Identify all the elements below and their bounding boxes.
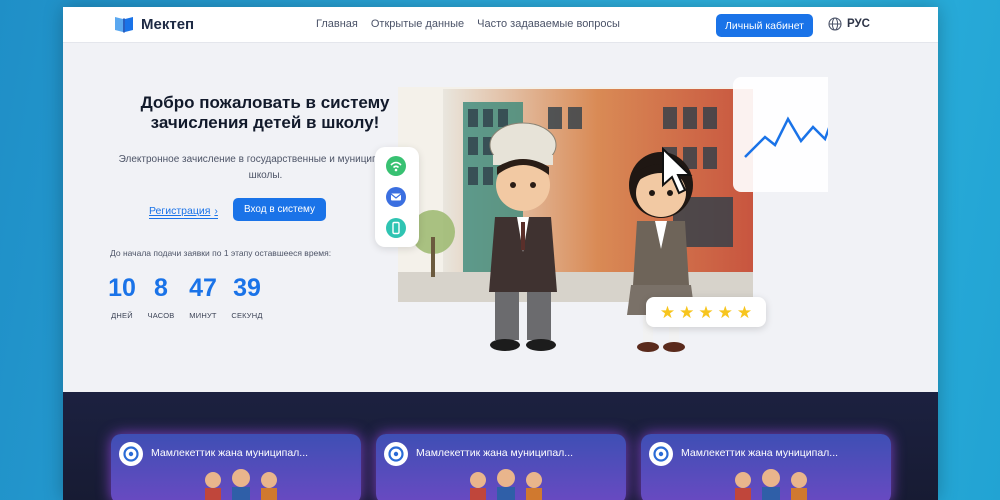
video-title: Мамлекеттик жана муниципал...: [416, 447, 574, 459]
channel-logo-icon: [649, 442, 673, 466]
nav-link-faq[interactable]: Часто задаваемые вопросы: [477, 18, 620, 30]
boy-character: [489, 122, 557, 351]
star-icon: ★: [698, 302, 714, 322]
browser-page: Мектеп Главная Открытые данные Часто зад…: [63, 7, 938, 500]
countdown-value: 39: [233, 274, 261, 302]
star-icon: ★: [659, 302, 676, 322]
hero-subtitle: Электронное зачисление в государственные…: [118, 154, 413, 181]
globe-icon: [828, 17, 842, 31]
countdown-unit: СЕКУНД: [231, 311, 263, 320]
growth-chart-card: [733, 77, 828, 192]
countdown-label: До начала подачи заявки по 1 этапу остав…: [110, 248, 332, 258]
top-header: Мектеп Главная Открытые данные Часто зад…: [63, 7, 938, 43]
language-label: РУС: [847, 18, 870, 30]
star-icon: ★: [679, 302, 695, 322]
nav-link-home[interactable]: Главная: [316, 18, 358, 30]
school-building-image: [398, 87, 753, 302]
nav-link-open-data[interactable]: Открытые данные: [371, 18, 464, 30]
main-nav: Главная Открытые данные Часто задаваемые…: [316, 18, 620, 30]
logo-text: Мектеп: [141, 15, 195, 33]
login-button[interactable]: Вход в систему: [233, 198, 326, 221]
video-card[interactable]: Мамлекеттик жана муниципал...: [111, 434, 361, 500]
feature-icons-card: [375, 147, 419, 247]
personal-cabinet-button[interactable]: Личный кабинет: [716, 14, 813, 37]
video-thumbnail: [735, 469, 807, 500]
channel-logo-icon: [384, 442, 408, 466]
video-title: Мамлекеттик жана муниципал...: [681, 447, 839, 459]
rating-stars-card: ★ ★ ★ ★ ★: [646, 297, 766, 327]
video-thumbnail: [470, 469, 542, 500]
countdown-seconds: 39 СЕКУНД: [221, 273, 273, 320]
email-icon: [386, 187, 406, 207]
phone-icon: [386, 218, 406, 238]
language-selector[interactable]: РУС: [828, 17, 870, 31]
register-link[interactable]: Регистрация ›: [149, 205, 218, 219]
book-icon: [115, 17, 133, 33]
star-icon: ★: [717, 302, 733, 322]
channel-logo-icon: [119, 442, 143, 466]
chevron-right-icon: ›: [214, 205, 218, 217]
logo[interactable]: Мектеп: [113, 13, 194, 35]
video-card[interactable]: Мамлекеттик жана муниципал...: [641, 434, 891, 500]
video-section: Мамлекеттик жана муниципал... Мамлекетти…: [63, 392, 938, 500]
video-title: Мамлекеттик жана муниципал...: [151, 447, 309, 459]
video-card[interactable]: Мамлекеттик жана муниципал...: [376, 434, 626, 500]
star-icon: ★: [736, 302, 753, 322]
video-thumbnail: [205, 469, 277, 500]
wifi-icon: [386, 156, 406, 176]
register-label: Регистрация: [149, 205, 211, 217]
